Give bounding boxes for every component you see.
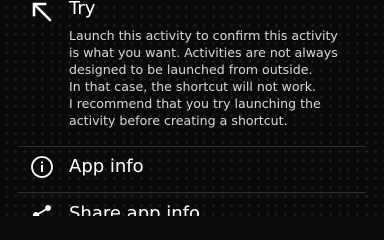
menu-item-share-app-info[interactable]: Share app info: [0, 193, 384, 216]
menu-item-app-info[interactable]: App info: [0, 147, 384, 191]
menu-item-title: Share app info: [69, 203, 201, 217]
menu-item-description: Launch this activity to confirm this act…: [69, 27, 369, 129]
description-line: I recommend that you try launching the: [69, 96, 321, 111]
description-line: designed to be launched from outside.: [69, 62, 313, 77]
description-line: Launch this activity to confirm this act…: [69, 28, 338, 43]
description-line: In that case, the shortcut will not work…: [69, 79, 317, 94]
menu-item-try[interactable]: Try Launch this activity to confirm this…: [0, 0, 384, 146]
description-line: activity before creating a shortcut.: [69, 113, 288, 128]
menu-item-title: Try: [69, 0, 96, 19]
menu-item-title: App info: [69, 156, 144, 177]
arrow-up-left-icon: [30, 0, 54, 24]
share-icon: [30, 203, 54, 216]
info-icon: [30, 155, 54, 179]
description-line: is what you want. Activities are not alw…: [69, 45, 338, 60]
